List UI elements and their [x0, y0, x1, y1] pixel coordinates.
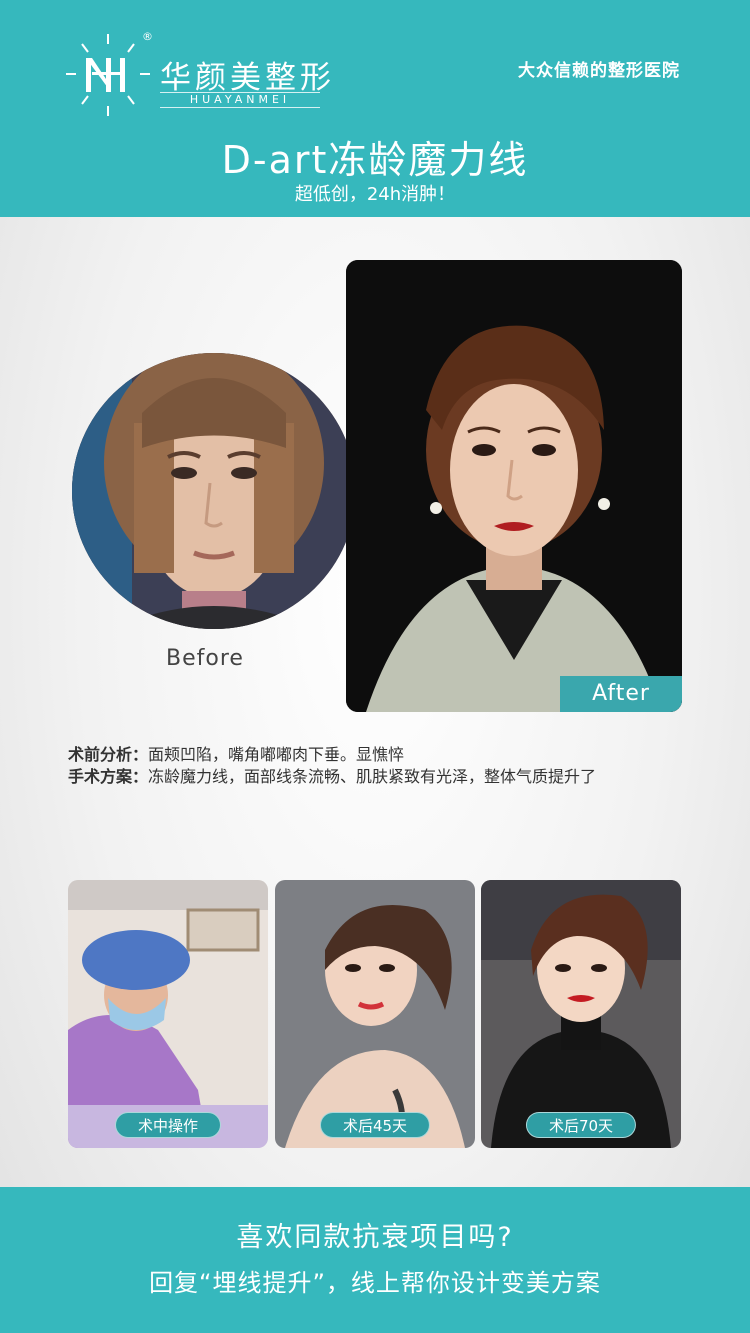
gallery-item-surgery[interactable]: 术中操作: [68, 880, 268, 1148]
page-title: D-art冻龄魔力线: [221, 138, 529, 182]
plan-key: 手术方案：: [68, 767, 149, 786]
gallery-item-day45[interactable]: 术后45天: [275, 880, 475, 1148]
after-portrait-illustration: [346, 260, 682, 712]
pre-analysis-value: 面颊凹陷，嘴角嘟嘟肉下垂。显憔悴: [148, 745, 405, 764]
gallery-item-day70[interactable]: 术后70天: [481, 880, 681, 1148]
day45-photo-illustration: [275, 880, 475, 1148]
before-label: Before: [166, 646, 244, 671]
brand-logo[interactable]: ® 华颜美整形 HUAYANMEI: [62, 30, 332, 125]
footer-cta[interactable]: 喜欢同款抗衰项目吗? 回复“埋线提升”，线上帮你设计变美方案: [0, 1187, 750, 1333]
surgery-photo-illustration: [68, 880, 268, 1148]
brand-slogan: 大众信赖的整形医院: [518, 61, 680, 81]
pre-analysis-key: 术前分析：: [68, 745, 149, 764]
plan-value: 冻龄魔力线，面部线条流畅、肌肤紧致有光泽，整体气质提升了: [148, 767, 597, 786]
brand-name: 华颜美整形: [160, 60, 335, 96]
page-subtitle: 超低创，24h消肿！: [294, 184, 456, 205]
pre-analysis-row: 术前分析： 面颊凹陷，嘴角嘟嘟肉下垂。显憔悴: [68, 744, 688, 766]
gallery-label-surgery: 术中操作: [114, 1112, 222, 1138]
after-label: After: [560, 676, 682, 712]
header-banner: ® 华颜美整形 HUAYANMEI 大众信赖的整形医院 D-art冻龄魔力线 超…: [0, 0, 750, 217]
case-analysis: 术前分析： 面颊凹陷，嘴角嘟嘟肉下垂。显憔悴 手术方案： 冻龄魔力线，面部线条流…: [68, 744, 688, 788]
plan-row: 手术方案： 冻龄魔力线，面部线条流畅、肌肤紧致有光泽，整体气质提升了: [68, 766, 688, 788]
after-photo: After: [346, 260, 682, 712]
footer-answer: 回复“埋线提升”，线上帮你设计变美方案: [149, 1269, 601, 1297]
logo-mark-icon: [66, 34, 150, 116]
before-portrait-illustration: [72, 353, 356, 629]
before-photo: [72, 353, 356, 629]
gallery-label-day70: 术后70天: [525, 1112, 637, 1138]
registered-mark: ®: [142, 30, 153, 43]
day70-photo-illustration: [481, 880, 681, 1148]
gallery-label-day45: 术后45天: [319, 1112, 431, 1138]
footer-question: 喜欢同款抗衰项目吗?: [236, 1222, 514, 1253]
brand-subname: HUAYANMEI: [160, 92, 320, 108]
